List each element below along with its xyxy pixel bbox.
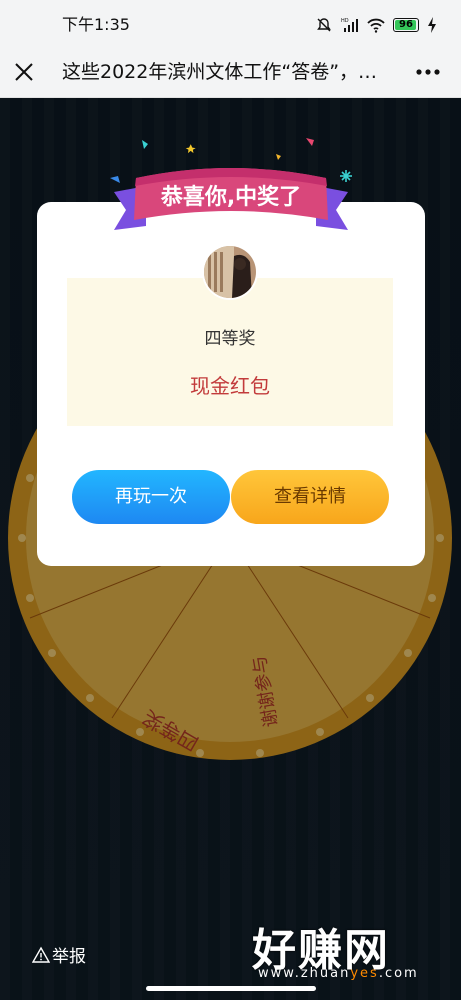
warning-icon: [32, 946, 50, 963]
prize-level: 四等奖: [204, 329, 256, 349]
watermark-url: www.zhuanyes.com: [258, 966, 419, 981]
report-link[interactable]: 举报: [32, 942, 86, 967]
page-title: 这些2022年滨州文体工作“答卷”，…: [62, 61, 378, 83]
prize-panel: 四等奖 现金红包: [67, 278, 393, 426]
mute-bell-icon: [317, 18, 331, 32]
svg-text:HD: HD: [341, 18, 349, 24]
prize-name: 现金红包: [190, 374, 270, 398]
home-indicator[interactable]: [146, 986, 316, 991]
more-options-icon[interactable]: [415, 60, 441, 84]
signal-icon: HD: [341, 18, 358, 32]
congrats-banner: 恭喜你,中奖了: [110, 138, 352, 230]
watermark: 好赚网 www.zhuanyes.com: [242, 914, 446, 988]
battery-percent: 96: [399, 19, 413, 30]
title-bar: 这些2022年滨州文体工作“答卷”，…: [0, 48, 461, 98]
wifi-icon: [367, 18, 385, 33]
play-again-button[interactable]: 再玩一次: [72, 470, 230, 524]
banner-title: 恭喜你,中奖了: [160, 184, 301, 210]
status-bar: 下午1:35 HD 96: [0, 0, 461, 48]
report-label: 举报: [52, 947, 86, 967]
charging-icon: [428, 17, 436, 33]
battery-icon: 96: [393, 18, 419, 32]
view-details-button[interactable]: 查看详情: [231, 470, 389, 524]
close-icon[interactable]: [10, 58, 38, 86]
avatar: [202, 244, 258, 300]
status-icons: HD 96: [315, 16, 437, 34]
status-time: 下午1:35: [62, 15, 130, 34]
